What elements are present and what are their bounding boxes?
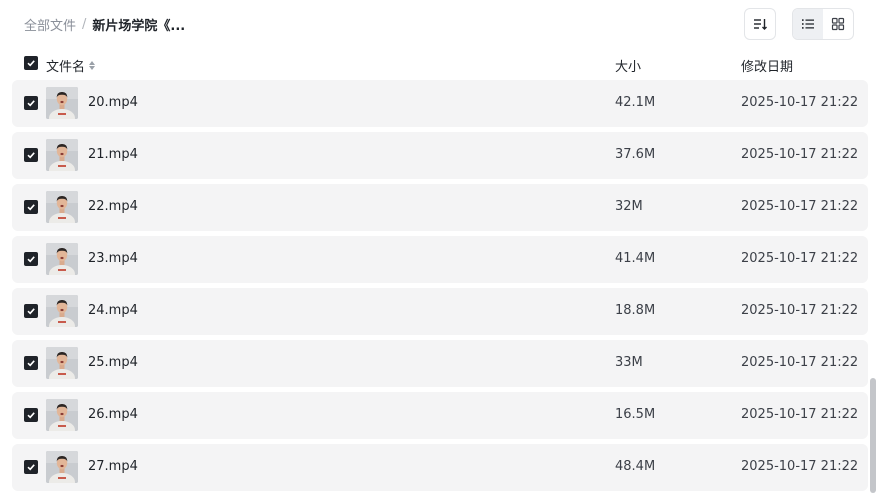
file-row[interactable]: 20.mp4 42.1M 2025-10-17 21:22 (12, 80, 868, 127)
file-row[interactable]: 24.mp4 18.8M 2025-10-17 21:22 (12, 288, 868, 335)
row-checkbox[interactable] (24, 200, 38, 214)
size-column-header[interactable]: 大小 (615, 56, 641, 75)
file-name[interactable]: 20.mp4 (88, 95, 138, 110)
vertical-scrollbar[interactable] (870, 378, 876, 493)
checkmark-icon (27, 412, 35, 419)
video-thumbnail[interactable] (46, 451, 78, 483)
breadcrumb-separator: / (82, 17, 87, 32)
file-modified-date: 2025-10-17 21:22 (741, 459, 859, 474)
file-modified-date: 2025-10-17 21:22 (741, 303, 859, 318)
file-list-header: 文件名 大小 修改日期 (12, 50, 868, 78)
file-row[interactable]: 21.mp4 37.6M 2025-10-17 21:22 (12, 132, 868, 179)
checkmark-icon (27, 60, 35, 67)
file-size: 37.6M (615, 147, 656, 162)
name-column-header[interactable]: 文件名 (46, 56, 96, 75)
checkmark-icon (27, 100, 35, 107)
breadcrumb-root-link[interactable]: 全部文件 (24, 15, 76, 34)
row-checkbox[interactable] (24, 96, 38, 110)
video-thumbnail[interactable] (46, 191, 78, 223)
video-thumbnail[interactable] (46, 243, 78, 275)
file-size: 42.1M (615, 95, 656, 110)
checkmark-icon (27, 204, 35, 211)
file-modified-date: 2025-10-17 21:22 (741, 407, 859, 422)
file-size: 18.8M (615, 303, 656, 318)
list-view-button[interactable] (793, 9, 823, 39)
select-all-checkbox[interactable] (24, 56, 38, 70)
grid-view-icon (831, 17, 845, 31)
file-row[interactable]: 27.mp4 48.4M 2025-10-17 21:22 (12, 444, 868, 491)
view-toggle (792, 8, 854, 40)
grid-view-button[interactable] (823, 9, 853, 39)
file-name[interactable]: 22.mp4 (88, 199, 138, 214)
checkmark-icon (27, 152, 35, 159)
video-thumbnail[interactable] (46, 399, 78, 431)
file-name[interactable]: 21.mp4 (88, 147, 138, 162)
row-checkbox[interactable] (24, 356, 38, 370)
row-checkbox[interactable] (24, 460, 38, 474)
sort-button[interactable] (744, 8, 776, 40)
file-size: 32M (615, 199, 643, 214)
file-size: 41.4M (615, 251, 656, 266)
sort-descending-icon (754, 19, 767, 30)
file-name[interactable]: 27.mp4 (88, 459, 138, 474)
file-modified-date: 2025-10-17 21:22 (741, 95, 859, 110)
file-row[interactable]: 22.mp4 32M 2025-10-17 21:22 (12, 184, 868, 231)
name-column-label: 文件名 (46, 60, 86, 75)
row-checkbox[interactable] (24, 408, 38, 422)
file-modified-date: 2025-10-17 21:22 (741, 147, 859, 162)
video-thumbnail[interactable] (46, 87, 78, 119)
list-view-icon (802, 19, 814, 29)
checkmark-icon (27, 360, 35, 367)
checkmark-icon (27, 308, 35, 315)
sort-arrows-icon (89, 61, 96, 70)
checkmark-icon (27, 256, 35, 263)
video-thumbnail[interactable] (46, 139, 78, 171)
file-row[interactable]: 26.mp4 16.5M 2025-10-17 21:22 (12, 392, 868, 439)
top-bar: 全部文件 / 新片场学院《... (0, 0, 878, 48)
file-modified-date: 2025-10-17 21:22 (741, 355, 859, 370)
video-thumbnail[interactable] (46, 295, 78, 327)
file-size: 33M (615, 355, 643, 370)
row-checkbox[interactable] (24, 304, 38, 318)
file-name[interactable]: 25.mp4 (88, 355, 138, 370)
file-row[interactable]: 23.mp4 41.4M 2025-10-17 21:22 (12, 236, 868, 283)
file-row[interactable]: 25.mp4 33M 2025-10-17 21:22 (12, 340, 868, 387)
breadcrumb-current-folder: 新片场学院《... (92, 19, 186, 34)
file-size: 48.4M (615, 459, 656, 474)
file-name[interactable]: 24.mp4 (88, 303, 138, 318)
row-checkbox[interactable] (24, 252, 38, 266)
video-thumbnail[interactable] (46, 347, 78, 379)
file-size: 16.5M (615, 407, 656, 422)
row-checkbox[interactable] (24, 148, 38, 162)
file-list: 20.mp4 42.1M 2025-10-17 21:22 21.mp4 37.… (12, 80, 868, 495)
breadcrumb: 全部文件 / 新片场学院《... (24, 15, 185, 34)
file-modified-date: 2025-10-17 21:22 (741, 251, 859, 266)
file-name[interactable]: 23.mp4 (88, 251, 138, 266)
date-column-header[interactable]: 修改日期 (741, 56, 793, 75)
checkmark-icon (27, 464, 35, 471)
file-modified-date: 2025-10-17 21:22 (741, 199, 859, 214)
file-name[interactable]: 26.mp4 (88, 407, 138, 422)
